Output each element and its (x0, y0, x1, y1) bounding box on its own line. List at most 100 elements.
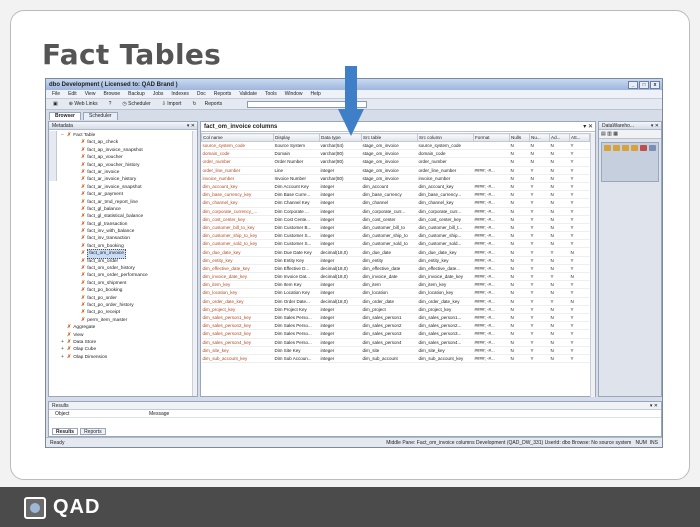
table-row[interactable]: dim_sales_person1_key Dim Sales Perso... i… (201, 313, 590, 323)
table-row[interactable]: dim_base_currency_key Dim Base Curre... in… (201, 190, 590, 200)
table-row[interactable]: order_line_number Line integer stage_om_inv… (201, 166, 590, 175)
tree-item[interactable]: ✗ fact_po_order_history (61, 302, 195, 309)
tree-item[interactable]: ✗ perm_item_master (61, 317, 195, 324)
table-row[interactable]: dim_sales_person4_key Dim Sales Perso... i… (201, 338, 590, 347)
tree-item[interactable]: ✗ fact_ap_voucher (61, 154, 195, 161)
tree-item[interactable]: ✗ fact_ar_invoice_snapshot (61, 184, 195, 191)
column-header[interactable]: Src table (361, 133, 418, 142)
tree-item[interactable]: ✗ fact_inv_with_balance (61, 228, 195, 235)
tree-item[interactable]: ✗ fact_ar_invoice (61, 169, 195, 176)
table-row[interactable]: dim_order_date_key Dim Order Date... decim… (201, 297, 590, 306)
table-row[interactable]: dim_customer_sold_to_key Dim Customer S..… (201, 239, 590, 249)
tree-item[interactable]: ✗ fact_ar_payment (61, 191, 195, 198)
tree-scrollbar[interactable] (192, 131, 197, 396)
table-row[interactable]: domain_code Domain varchar(80) stage_om_inv… (201, 149, 590, 159)
table-row[interactable]: dim_account_key Dim Account Key integer dim… (201, 182, 590, 192)
tree-item[interactable]: ✗ fact_po_order (61, 295, 195, 302)
table-row[interactable]: dim_sales_person3_key Dim Sales Perso... i… (201, 329, 590, 339)
tree-item[interactable]: − ✗ Fact Table (61, 132, 195, 139)
table-row[interactable]: dim_location_key Dim Location Key integer d… (201, 288, 590, 298)
table-row[interactable]: dim_cost_center_key Dim Cost Cente... inte… (201, 215, 590, 224)
table-row[interactable]: dim_due_date_key Dim Due Date Key decimal(… (201, 247, 590, 257)
menu-item[interactable]: Backup (128, 91, 145, 97)
table-row[interactable]: dim_customer_bill_to_key Dim Customer B..… (201, 223, 590, 233)
table-row[interactable]: dim_customer_ship_to_key Dim Customer S..… (201, 231, 590, 241)
tree-item[interactable]: ✗ View (61, 332, 195, 339)
table-row[interactable]: dim_item_key Dim Item Key integer dim_item d… (201, 280, 590, 290)
pane-controls-icon[interactable]: ▾ ✕ (651, 122, 659, 129)
tree-item[interactable]: ✗ fact_om_shipment (61, 280, 195, 287)
tab-reports[interactable]: Reports (80, 428, 106, 435)
tree-item[interactable]: ✗ fact_om_order_history (61, 265, 195, 272)
table-row[interactable]: dim_entity_key Dim Entity Key integer dim_e… (201, 256, 590, 265)
menu-item[interactable]: View (85, 91, 96, 97)
tree-item[interactable]: ✗ fact_ap_invoice_snapshot (61, 147, 195, 154)
tree-item[interactable]: ✗ fact_om_order_performance (61, 272, 195, 279)
object-icon[interactable] (640, 145, 647, 151)
table-row[interactable]: order_number Order Number varchar(80) stage… (201, 157, 590, 167)
grid-scrollbar[interactable] (590, 133, 595, 397)
menu-item[interactable]: File (52, 91, 60, 97)
pane-controls-icon[interactable]: ▾ ✕ (650, 402, 658, 409)
menu-item[interactable]: Indexes (171, 91, 189, 97)
tree-item[interactable]: ✗ fact_po_booking (61, 287, 195, 294)
menu-item[interactable]: Window (285, 91, 303, 97)
pane-controls-icon[interactable]: ▾ ✕ (187, 122, 195, 129)
tree-item[interactable]: ✗ fact_ap_voucher_history (61, 162, 195, 169)
refresh-icon[interactable]: ↻ (189, 100, 199, 108)
help-icon[interactable]: ? (106, 100, 115, 108)
tree-item[interactable]: + ✗ Data Store (61, 339, 195, 346)
menu-item[interactable]: Edit (68, 91, 77, 97)
minimize-icon[interactable]: _ (628, 80, 638, 89)
folder-icon[interactable] (622, 145, 629, 151)
table-row[interactable]: invoice_number Invoice Number varchar(80) s… (201, 174, 590, 183)
menu-item[interactable]: Reports (214, 91, 232, 97)
tab-scheduler[interactable]: Scheduler (83, 112, 118, 120)
tab-results[interactable]: Results (52, 428, 79, 435)
web-links-button[interactable]: ⊕ Web Links (66, 100, 101, 108)
column-header[interactable]: Src column (417, 133, 474, 142)
new-icon[interactable]: ▣ (50, 100, 61, 108)
table-row[interactable]: dim_invoice_date_key Dim Invoice Dat... de… (201, 272, 590, 282)
menu-item[interactable]: Tools (265, 91, 277, 97)
tree-item[interactable]: + ✗ Olap Cube (61, 346, 195, 353)
folder-icon[interactable] (604, 145, 611, 151)
column-header[interactable]: Ad... (549, 133, 570, 142)
close-icon[interactable]: x (650, 80, 660, 89)
tree-item[interactable]: ✗ fact_ar_invoice_history (61, 176, 195, 183)
column-header[interactable]: Nulls (509, 133, 530, 142)
tree-item[interactable]: ✗ fact_om_invoice (61, 249, 195, 259)
maximize-icon[interactable]: □ (639, 80, 649, 89)
column-header[interactable]: Display (273, 133, 320, 142)
tree-item[interactable]: ✗ fact_inv_transaction (61, 235, 195, 242)
side-strip[interactable] (49, 131, 57, 181)
table-row[interactable]: dim_project_key Dim Project Key integer dim… (201, 305, 590, 314)
menu-item[interactable]: Doc (197, 91, 206, 97)
tree-item[interactable]: ✗ fact_om_order (61, 258, 195, 265)
tree-item[interactable]: + ✗ Olap Dimension (61, 354, 195, 361)
tree-item[interactable]: ✗ fact_gl_statistical_balance (61, 213, 195, 220)
menu-item[interactable]: Browse (103, 91, 120, 97)
column-header[interactable]: Format (473, 133, 510, 142)
folder-icon[interactable] (613, 145, 620, 151)
scheduler-button[interactable]: ◷ Scheduler (119, 100, 153, 108)
table-row[interactable]: dim_effective_date_key Dim Effective D...… (201, 264, 590, 274)
folder-icon[interactable] (631, 145, 638, 151)
pane-controls-icon[interactable]: ▾ ✕ (583, 122, 593, 131)
tree-item[interactable]: ✗ fact_om_booking (61, 243, 195, 250)
tree-item[interactable]: ✗ Aggregate (61, 324, 195, 331)
column-header[interactable]: Att... (569, 133, 590, 142)
menu-item[interactable]: Jobs (153, 91, 164, 97)
tree-item[interactable]: ✗ fact_gl_transaction (61, 221, 195, 228)
tree-item[interactable]: ✗ fact_ap_check (61, 139, 195, 146)
table-row[interactable]: source_system_code Source System varchar(6… (201, 141, 590, 151)
table-row[interactable]: dim_channel_key Dim Channel Key integer dim… (201, 198, 590, 208)
column-header[interactable]: Col name (201, 133, 274, 142)
menu-item[interactable]: Help (311, 91, 321, 97)
column-header[interactable]: Nu... (529, 133, 550, 142)
table-row[interactable]: dim_sales_person2_key Dim Sales Perso... i… (201, 321, 590, 331)
tab-browser[interactable]: Browser (49, 112, 82, 120)
table-row[interactable]: dim_corporate_currency_... Dim Corporate … (201, 207, 590, 216)
tree-item[interactable]: ✗ fact_ar_tmd_report_line (61, 199, 195, 206)
tree-item[interactable]: ✗ fact_gl_balance (61, 206, 195, 213)
